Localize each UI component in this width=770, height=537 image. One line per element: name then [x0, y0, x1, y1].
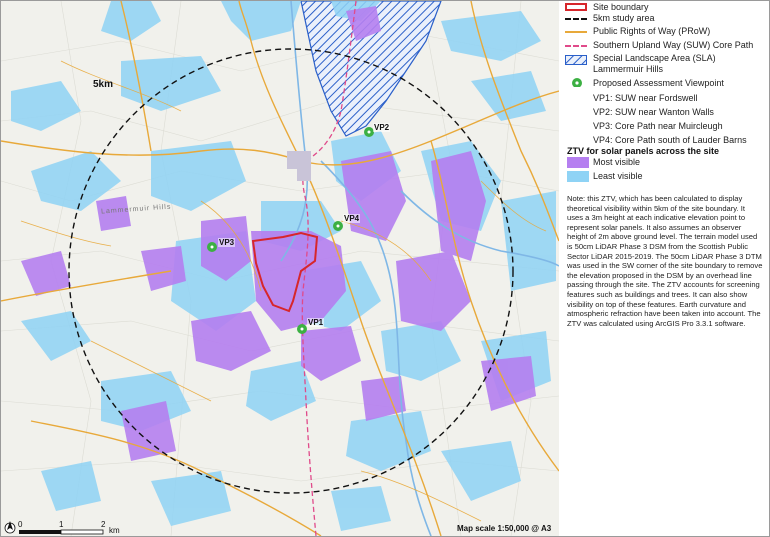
viewpoint-label-vp4[interactable]: VP4 — [343, 214, 361, 223]
viewpoint-swatch-icon — [572, 78, 582, 87]
prow-swatch — [565, 31, 587, 33]
legend-study-area: 5km study area — [593, 13, 655, 23]
scale-tick-1: 1 — [59, 520, 64, 529]
legend-suw: Southern Upland Way (SUW) Core Path — [593, 40, 754, 50]
sla-swatch — [565, 55, 587, 65]
ztv-note: Note: this ZTV, which has been calculate… — [567, 194, 763, 328]
legend-sla: Special Landscape Area (SLA) Lammermuir … — [593, 53, 716, 74]
legend-vp2: VP2: SUW near Wanton Walls — [593, 107, 714, 117]
legend-vp3: VP3: Core Path near Muircleugh — [593, 121, 723, 131]
map-graphics — [1, 1, 559, 536]
legend-site-boundary: Site boundary — [593, 2, 649, 12]
scale-tick-0: 0 — [18, 520, 23, 529]
scale-bar-graphic — [19, 529, 104, 535]
study-area-swatch — [565, 18, 587, 20]
map-frame: 5km Lammermuir Hills VP2 VP3 VP4 VP1 0 1… — [0, 0, 770, 537]
viewpoint-label-vp1[interactable]: VP1 — [307, 318, 325, 327]
legend-vp4: VP4: Core Path south of Lauder Barns — [593, 135, 747, 145]
scale-tick-2: 2 — [101, 520, 106, 529]
legend-ztv-most: Most visible — [593, 157, 641, 167]
viewpoint-label-vp2[interactable]: VP2 — [373, 123, 391, 132]
legend-vp1: VP1: SUW near Fordswell — [593, 93, 698, 103]
legend-viewpoint: Proposed Assessment Viewpoint — [593, 78, 724, 88]
ztv-most-swatch — [567, 157, 589, 168]
ztv-title: ZTV for solar panels across the site — [567, 146, 720, 156]
site-boundary-swatch — [565, 3, 587, 11]
ztv-least-swatch — [567, 171, 589, 182]
suw-swatch — [565, 45, 587, 47]
viewpoint-label-vp3[interactable]: VP3 — [218, 238, 236, 247]
scale-unit: km — [109, 526, 120, 535]
legend-ztv-least: Least visible — [593, 171, 643, 181]
legend-prow: Public Rights of Way (PRoW) — [593, 26, 711, 36]
legend-panel: Site boundary 5km study area Public Righ… — [559, 1, 769, 536]
map-canvas[interactable]: 5km Lammermuir Hills VP2 VP3 VP4 VP1 0 1… — [1, 1, 559, 536]
study-area-label: 5km — [93, 79, 114, 90]
map-scale-text: Map scale 1:50,000 @ A3 — [457, 524, 552, 533]
